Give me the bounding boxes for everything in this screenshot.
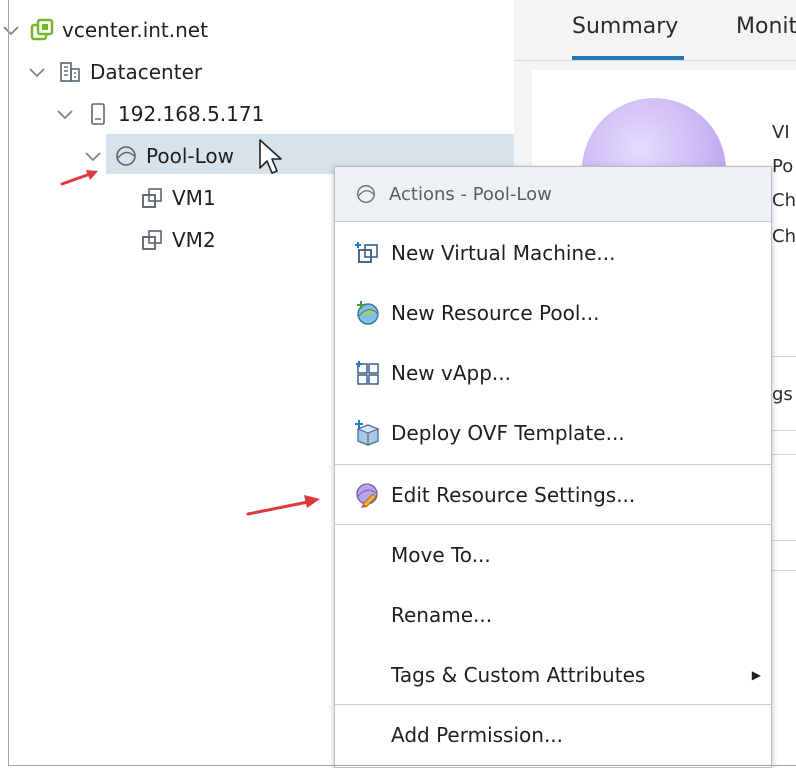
tree-node-vm1[interactable]: VM1 xyxy=(140,178,216,218)
tab-divider xyxy=(514,60,796,61)
tree-node-label: VM1 xyxy=(172,186,216,210)
new-vm-icon xyxy=(355,240,381,266)
tree-node-label: vcenter.int.net xyxy=(62,18,208,42)
menu-item-new-virtual-machine[interactable]: New Virtual Machine... xyxy=(335,225,771,281)
summary-label: VI xyxy=(772,122,790,143)
mouse-pointer-icon xyxy=(258,138,284,180)
menu-item-move-to[interactable]: Move To... xyxy=(335,527,771,583)
context-menu-header: Actions - Pool-Low xyxy=(335,167,771,222)
active-tab-indicator xyxy=(572,56,684,60)
window-border xyxy=(8,0,9,766)
edit-resource-settings-icon xyxy=(355,482,381,508)
menu-item-label: Deploy OVF Template... xyxy=(391,421,625,445)
annotation-arrow-icon xyxy=(244,492,324,526)
menu-item-label: Tags & Custom Attributes xyxy=(391,663,646,687)
summary-divider xyxy=(770,570,796,571)
vcenter-icon xyxy=(30,18,54,42)
menu-item-label: Add Permission... xyxy=(391,723,564,747)
menu-item-label: New Virtual Machine... xyxy=(391,241,616,265)
submenu-arrow-icon: ▶ xyxy=(751,668,761,682)
menu-separator xyxy=(335,704,771,705)
tree-node-vcenter[interactable]: vcenter.int.net xyxy=(30,10,208,50)
summary-label: Ch xyxy=(772,190,796,211)
summary-label: Ch xyxy=(772,226,796,247)
tree-node-vm2[interactable]: VM2 xyxy=(140,220,216,260)
tree-node-datacenter[interactable]: Datacenter xyxy=(58,52,202,92)
menu-separator xyxy=(335,524,771,525)
menu-item-tags-custom-attributes[interactable]: Tags & Custom Attributes ▶ xyxy=(335,647,771,703)
menu-item-new-vapp[interactable]: New vApp... xyxy=(335,345,771,401)
context-menu: Actions - Pool-Low New Virtual Machine..… xyxy=(334,166,772,768)
chevron-down-icon[interactable] xyxy=(26,61,48,83)
menu-item-label: Move To... xyxy=(391,543,491,567)
tree-node-label: Datacenter xyxy=(90,60,203,84)
summary-divider xyxy=(770,454,796,455)
vm-icon xyxy=(140,228,164,252)
menu-item-rename[interactable]: Rename... xyxy=(335,587,771,643)
deploy-ovf-icon xyxy=(355,420,381,446)
chevron-down-icon[interactable] xyxy=(54,103,76,125)
tree-node-label: Pool-Low xyxy=(146,144,234,168)
resource-pool-icon xyxy=(114,144,138,168)
summary-divider xyxy=(770,356,796,357)
menu-item-label: Edit Resource Settings... xyxy=(391,483,636,507)
tree-node-label: 192.168.5.171 xyxy=(118,102,265,126)
vm-icon xyxy=(140,186,164,210)
new-vapp-icon xyxy=(355,360,381,386)
datacenter-icon xyxy=(58,60,82,84)
summary-divider xyxy=(770,430,796,431)
menu-item-label: New vApp... xyxy=(391,361,511,385)
menu-item-new-resource-pool[interactable]: New Resource Pool... xyxy=(335,285,771,341)
tree-node-label: VM2 xyxy=(172,228,216,252)
new-resource-pool-icon xyxy=(355,300,381,326)
tab-summary[interactable]: Summary xyxy=(572,14,678,39)
host-icon xyxy=(86,102,110,126)
tree-node-pool-low[interactable]: Pool-Low xyxy=(114,136,234,176)
summary-label: Po xyxy=(772,156,794,177)
menu-item-label: Rename... xyxy=(391,603,493,627)
context-menu-title: Actions - Pool-Low xyxy=(389,183,552,205)
annotation-arrow-icon xyxy=(60,168,100,192)
menu-item-add-permission[interactable]: Add Permission... xyxy=(335,707,771,763)
chevron-down-icon[interactable] xyxy=(82,145,104,167)
summary-divider xyxy=(770,540,796,541)
menu-item-edit-resource-settings[interactable]: Edit Resource Settings... xyxy=(335,467,771,523)
tab-monitor[interactable]: Monit xyxy=(736,14,796,39)
tags-card-title: gs xyxy=(772,384,793,405)
menu-item-label: New Resource Pool... xyxy=(391,301,600,325)
resource-pool-icon xyxy=(355,183,377,205)
menu-item-deploy-ovf-template[interactable]: Deploy OVF Template... xyxy=(335,405,771,461)
chevron-down-icon[interactable] xyxy=(0,19,22,41)
menu-separator xyxy=(335,464,771,465)
tree-node-host[interactable]: 192.168.5.171 xyxy=(86,94,264,134)
